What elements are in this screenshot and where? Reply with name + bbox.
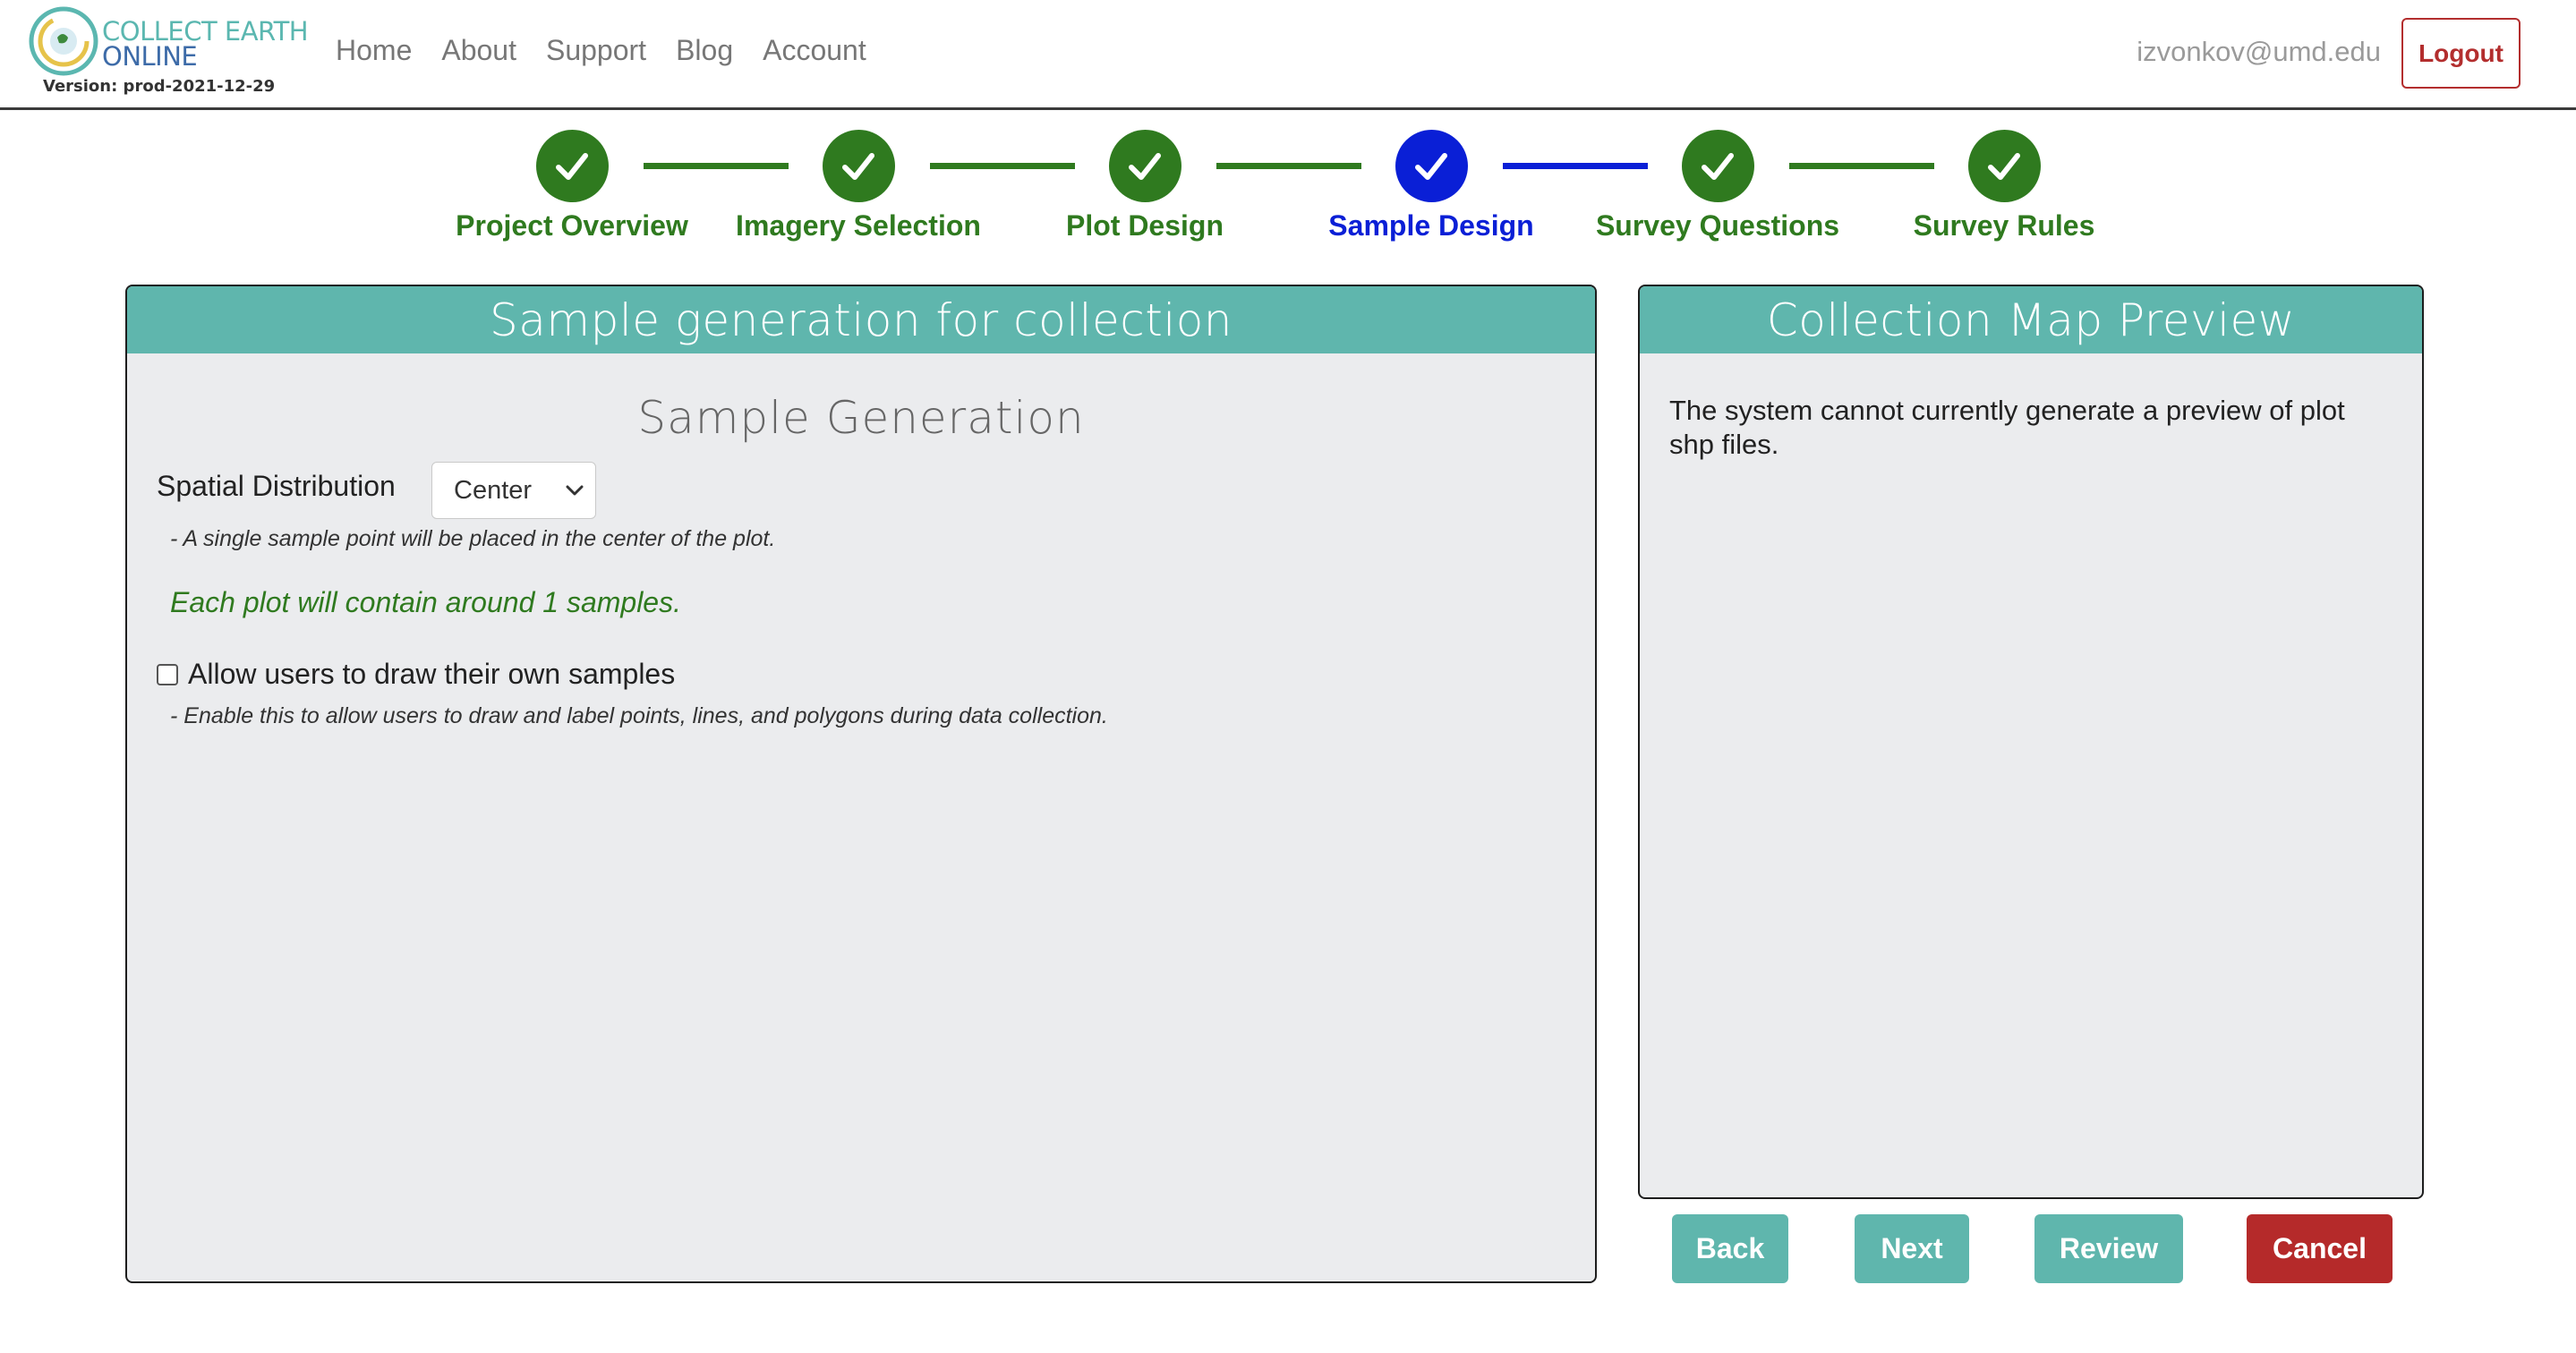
samples-per-plot-note: Each plot will contain around 1 samples. bbox=[170, 586, 681, 618]
step-label: Project Overview bbox=[456, 209, 688, 242]
nav-account[interactable]: Account bbox=[763, 34, 866, 67]
preview-message: The system cannot currently generate a p… bbox=[1669, 395, 2345, 460]
allow-draw-help: - Enable this to allow users to draw and… bbox=[170, 703, 1108, 728]
step-label: Plot Design bbox=[1065, 209, 1224, 242]
step-check-icon[interactable] bbox=[1108, 130, 1181, 202]
spatial-distribution-help: - A single sample point will be placed i… bbox=[170, 526, 776, 551]
collection-map-preview-panel: Collection Map Preview The system cannot… bbox=[1638, 285, 2424, 1199]
step-survey-questions[interactable]: Survey Questions bbox=[1574, 130, 1861, 243]
panel-header: Collection Map Preview bbox=[1640, 286, 2422, 353]
allow-draw-label[interactable]: Allow users to draw their own samples bbox=[188, 658, 675, 691]
brand-logo[interactable]: COLLECT EARTH ONLINE Version: prod-2021-… bbox=[27, 5, 309, 102]
nav-blog[interactable]: Blog bbox=[676, 34, 733, 67]
next-button[interactable]: Next bbox=[1855, 1214, 1969, 1283]
step-imagery-selection[interactable]: Imagery Selection bbox=[715, 130, 1002, 243]
step-check-icon[interactable] bbox=[535, 130, 609, 202]
nav-about[interactable]: About bbox=[441, 34, 516, 67]
step-project-overview[interactable]: Project Overview bbox=[429, 130, 715, 243]
chevron-down-icon bbox=[566, 485, 584, 496]
spatial-distribution-label: Spatial Distribution bbox=[157, 470, 396, 502]
step-check-icon[interactable] bbox=[1395, 130, 1468, 202]
top-navbar: COLLECT EARTH ONLINE Version: prod-2021-… bbox=[0, 0, 2576, 110]
logout-button[interactable]: Logout bbox=[2401, 18, 2521, 89]
step-label: Survey Rules bbox=[1913, 209, 2095, 242]
panel-header: Sample generation for collection bbox=[127, 286, 1595, 353]
step-label: Survey Questions bbox=[1595, 209, 1840, 242]
sample-generation-panel: Sample generation for collection Sample … bbox=[125, 285, 1597, 1283]
allow-draw-checkbox[interactable] bbox=[157, 664, 178, 685]
step-survey-rules[interactable]: Survey Rules bbox=[1861, 130, 2147, 243]
step-plot-design[interactable]: Plot Design bbox=[1002, 130, 1288, 243]
main-nav: Home About Support Blog Account bbox=[336, 34, 866, 67]
spatial-distribution-select[interactable]: Center bbox=[431, 462, 596, 519]
section-title: Sample Generation bbox=[637, 392, 1085, 444]
user-email: izvonkov@umd.edu bbox=[2137, 36, 2381, 67]
nav-support[interactable]: Support bbox=[546, 34, 646, 67]
earth-logo-icon bbox=[29, 6, 98, 76]
back-button[interactable]: Back bbox=[1672, 1214, 1788, 1283]
step-check-icon[interactable] bbox=[822, 130, 895, 202]
nav-home[interactable]: Home bbox=[336, 34, 412, 67]
step-label: Imagery Selection bbox=[736, 209, 981, 242]
brand-line-2: ONLINE bbox=[102, 41, 198, 72]
version-label: Version: prod-2021-12-29 bbox=[43, 77, 276, 96]
wizard-stepper: Project Overview Imagery Selection Plot … bbox=[0, 130, 2576, 255]
step-label: Sample Design bbox=[1328, 209, 1534, 242]
select-value: Center bbox=[454, 475, 533, 505]
step-check-icon[interactable] bbox=[1967, 130, 2041, 202]
step-check-icon[interactable] bbox=[1681, 130, 1754, 202]
cancel-button[interactable]: Cancel bbox=[2247, 1214, 2393, 1283]
step-sample-design[interactable]: Sample Design bbox=[1288, 130, 1574, 243]
review-button[interactable]: Review bbox=[2034, 1214, 2183, 1283]
